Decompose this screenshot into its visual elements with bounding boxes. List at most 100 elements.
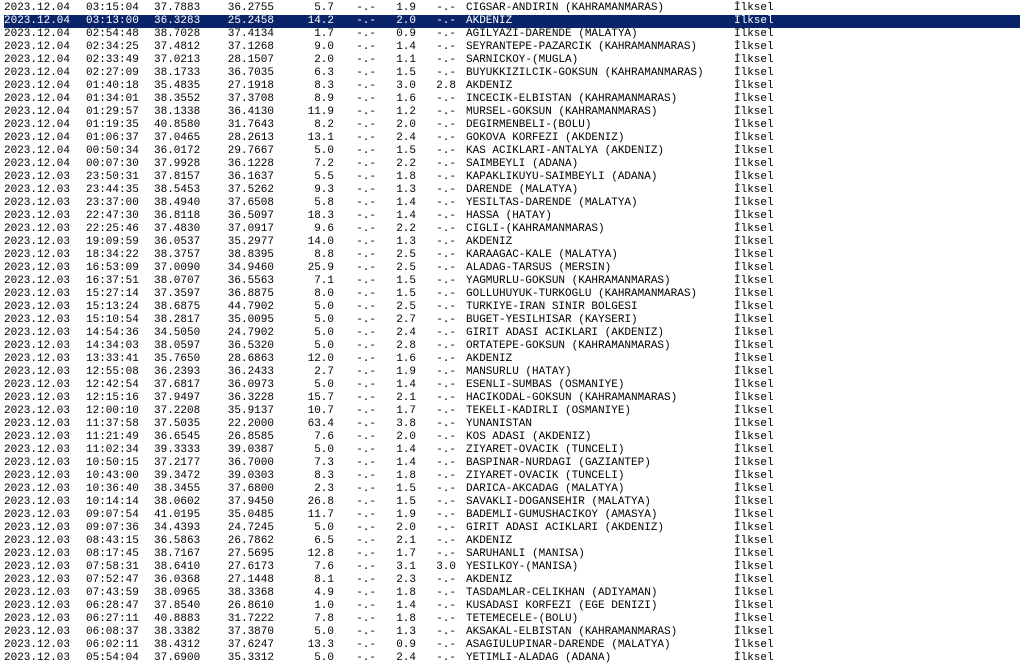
event-row[interactable]: 2023.12.0315:13:2438.687544.79025.0-.-2.… (4, 301, 1020, 314)
event-time: 00:50:34 (86, 145, 154, 158)
event-row[interactable]: 2023.12.0401:40:1835.483527.19188.3-.-3.… (4, 80, 1020, 93)
event-lat: 40.8883 (154, 613, 214, 626)
event-date: 2023.12.04 (4, 28, 86, 41)
event-row[interactable]: 2023.12.0402:33:4937.021328.15072.0-.-1.… (4, 54, 1020, 67)
event-location: YESILKOY-(MANISA) (466, 561, 734, 574)
event-ml: 0.9 (382, 639, 422, 652)
event-depth: 7.1 (282, 275, 342, 288)
event-row[interactable]: 2023.12.0312:00:1037.220835.913710.7-.-1… (4, 405, 1020, 418)
event-ml: 1.5 (382, 145, 422, 158)
event-row[interactable]: 2023.12.0323:50:3137.815736.16375.5-.-1.… (4, 171, 1020, 184)
event-md: -.- (342, 379, 382, 392)
event-lat: 37.8540 (154, 600, 214, 613)
event-lat: 38.0707 (154, 275, 214, 288)
event-row[interactable]: 2023.12.0322:25:4637.483037.09179.6-.-2.… (4, 223, 1020, 236)
event-date: 2023.12.03 (4, 314, 86, 327)
event-row[interactable]: 2023.12.0402:34:2537.481237.12689.0-.-1.… (4, 41, 1020, 54)
event-location: ESENLI-SUMBAS (OSMANIYE) (466, 379, 734, 392)
event-row[interactable]: 2023.12.0314:54:3634.505024.79025.0-.-2.… (4, 327, 1020, 340)
event-row[interactable]: 2023.12.0312:42:5437.681736.09735.0-.-1.… (4, 379, 1020, 392)
event-depth: 4.9 (282, 587, 342, 600)
event-depth: 9.6 (282, 223, 342, 236)
event-row[interactable]: 2023.12.0312:15:1637.949736.322815.7-.-2… (4, 392, 1020, 405)
event-row[interactable]: 2023.12.0313:33:4135.765028.686312.0-.-1… (4, 353, 1020, 366)
event-row[interactable]: 2023.12.0323:44:3538.545337.52629.3-.-1.… (4, 184, 1020, 197)
event-row[interactable]: 2023.12.0400:07:3037.992836.12287.2-.-2.… (4, 158, 1020, 171)
event-row[interactable]: 2023.12.0309:07:3634.439324.72455.0-.-2.… (4, 522, 1020, 535)
event-date: 2023.12.03 (4, 405, 86, 418)
event-row[interactable]: 2023.12.0311:02:3439.333339.03875.0-.-1.… (4, 444, 1020, 457)
event-row[interactable]: 2023.12.0400:50:3436.017229.76675.0-.-1.… (4, 145, 1020, 158)
event-row[interactable]: 2023.12.0307:58:3138.641027.61737.6-.-3.… (4, 561, 1020, 574)
event-row[interactable]: 2023.12.0318:34:2238.375738.83958.8-.-2.… (4, 249, 1020, 262)
event-lat: 38.1338 (154, 106, 214, 119)
event-row[interactable]: 2023.12.0310:43:0039.347239.03038.3-.-1.… (4, 470, 1020, 483)
event-lat: 37.3597 (154, 288, 214, 301)
event-lon: 36.7035 (214, 67, 282, 80)
event-date: 2023.12.03 (4, 496, 86, 509)
event-depth: 6.3 (282, 67, 342, 80)
event-quality: İlksel (734, 275, 804, 288)
event-md: -.- (342, 587, 382, 600)
event-date: 2023.12.03 (4, 457, 86, 470)
event-ml: 2.4 (382, 652, 422, 665)
event-quality: İlksel (734, 15, 804, 28)
event-row[interactable]: 2023.12.0323:37:0038.494037.65085.8-.-1.… (4, 197, 1020, 210)
event-quality: İlksel (734, 509, 804, 522)
event-row[interactable]: 2023.12.0311:37:5837.503522.200063.4-.-3… (4, 418, 1020, 431)
event-lat: 36.3283 (154, 15, 214, 28)
event-row[interactable]: 2023.12.0310:14:1438.060237.945026.8-.-1… (4, 496, 1020, 509)
event-row[interactable]: 2023.12.0402:54:4838.702837.41341.7-.-0.… (4, 28, 1020, 41)
event-mw: -.- (422, 132, 466, 145)
event-row[interactable]: 2023.12.0306:02:1138.431237.624713.3-.-0… (4, 639, 1020, 652)
event-location: KOS ADASI (AKDENIZ) (466, 431, 734, 444)
event-row[interactable]: 2023.12.0315:10:5438.281735.00955.0-.-2.… (4, 314, 1020, 327)
event-lat: 38.6875 (154, 301, 214, 314)
event-row[interactable]: 2023.12.0310:36:4038.345537.68002.3-.-1.… (4, 483, 1020, 496)
event-lon: 29.7667 (214, 145, 282, 158)
event-date: 2023.12.03 (4, 301, 86, 314)
event-time: 02:54:48 (86, 28, 154, 41)
event-md: -.- (342, 210, 382, 223)
event-date: 2023.12.03 (4, 561, 86, 574)
event-row[interactable]: 2023.12.0308:43:1536.586326.78626.5-.-2.… (4, 535, 1020, 548)
event-row[interactable]: 2023.12.0403:13:0036.328325.245814.2-.-2… (4, 15, 1020, 28)
event-date: 2023.12.03 (4, 574, 86, 587)
event-location: AGILYAZI-DARENDE (MALATYA) (466, 28, 734, 41)
event-row[interactable]: 2023.12.0314:34:0338.059736.53205.0-.-2.… (4, 340, 1020, 353)
event-row[interactable]: 2023.12.0401:34:0138.355237.37088.9-.-1.… (4, 93, 1020, 106)
event-row[interactable]: 2023.12.0401:29:5738.133836.413011.9-.-1… (4, 106, 1020, 119)
event-lon: 37.9450 (214, 496, 282, 509)
event-row[interactable]: 2023.12.0306:28:4737.854026.86101.0-.-1.… (4, 600, 1020, 613)
event-depth: 5.0 (282, 301, 342, 314)
event-row[interactable]: 2023.12.0401:06:3737.046528.261313.1-.-2… (4, 132, 1020, 145)
event-time: 22:47:30 (86, 210, 154, 223)
event-lon: 37.6247 (214, 639, 282, 652)
event-location: KARAAGAC-KALE (MALATYA) (466, 249, 734, 262)
event-row[interactable]: 2023.12.0319:09:5936.053735.297714.0-.-1… (4, 236, 1020, 249)
event-row[interactable]: 2023.12.0306:08:3738.338237.38705.0-.-1.… (4, 626, 1020, 639)
event-row[interactable]: 2023.12.0306:27:1140.888331.72227.8-.-1.… (4, 613, 1020, 626)
event-row[interactable]: 2023.12.0309:07:5441.019535.048511.7-.-1… (4, 509, 1020, 522)
event-md: -.- (342, 522, 382, 535)
event-row[interactable]: 2023.12.0311:21:4936.654526.85857.6-.-2.… (4, 431, 1020, 444)
event-row[interactable]: 2023.12.0312:55:0836.239336.24332.7-.-1.… (4, 366, 1020, 379)
event-row[interactable]: 2023.12.0307:52:4736.036827.14488.1-.-2.… (4, 574, 1020, 587)
event-row[interactable]: 2023.12.0315:27:1437.359736.88758.0-.-1.… (4, 288, 1020, 301)
event-time: 10:50:15 (86, 457, 154, 470)
event-lat: 37.6900 (154, 652, 214, 665)
event-row[interactable]: 2023.12.0403:15:0437.788336.27555.7-.-1.… (4, 2, 1020, 15)
event-row[interactable]: 2023.12.0402:27:0938.173336.70356.3-.-1.… (4, 67, 1020, 80)
event-ml: 1.6 (382, 93, 422, 106)
event-row[interactable]: 2023.12.0316:37:5138.070736.55637.1-.-1.… (4, 275, 1020, 288)
event-lon: 38.3368 (214, 587, 282, 600)
event-md: -.- (342, 392, 382, 405)
event-row[interactable]: 2023.12.0307:43:5938.096538.33684.9-.-1.… (4, 587, 1020, 600)
event-row[interactable]: 2023.12.0310:50:1537.217736.70007.3-.-1.… (4, 457, 1020, 470)
event-row[interactable]: 2023.12.0316:53:0937.009034.946025.9-.-2… (4, 262, 1020, 275)
event-row[interactable]: 2023.12.0305:54:0437.690035.33125.0-.-2.… (4, 652, 1020, 665)
event-mw: 2.8 (422, 80, 466, 93)
event-row[interactable]: 2023.12.0322:47:3036.811836.509718.3-.-1… (4, 210, 1020, 223)
event-quality: İlksel (734, 392, 804, 405)
event-row[interactable]: 2023.12.0401:19:3540.858031.76438.2-.-2.… (4, 119, 1020, 132)
